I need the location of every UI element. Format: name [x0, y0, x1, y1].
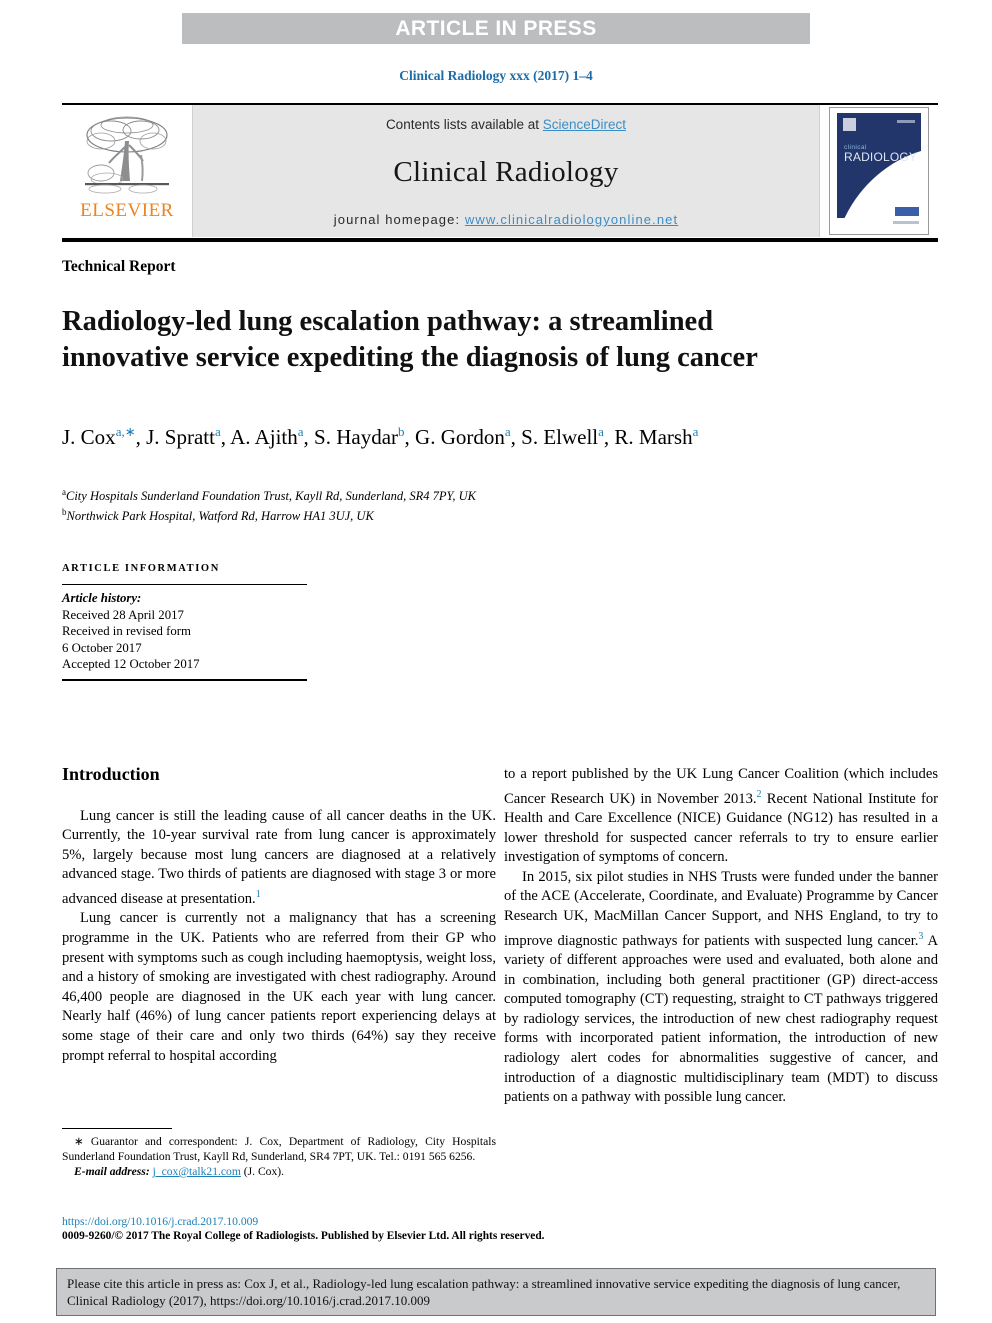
article-history: Article history: Received 28 April 2017 … — [62, 590, 307, 673]
elsevier-tree-icon — [85, 116, 169, 194]
author-separator: , — [303, 425, 315, 449]
journal-homepage-prefix: journal homepage: — [333, 212, 465, 227]
author-separator: , — [135, 425, 147, 449]
author-name: S. Elwell — [521, 425, 599, 449]
affiliation-text: Northwick Park Hospital, Watford Rd, Har… — [66, 509, 374, 524]
running-head: Clinical Radiology xxx (2017) 1–4 — [399, 68, 593, 83]
article-history-line: Received 28 April 2017 — [62, 607, 184, 622]
reference-marker[interactable]: 1 — [256, 889, 261, 900]
author-name: A. Ajith — [230, 425, 298, 449]
article-history-line: 6 October 2017 — [62, 640, 142, 655]
affiliation-list: aCity Hospitals Sunderland Foundation Tr… — [62, 484, 822, 524]
author-affiliation-mark: a,∗ — [115, 424, 136, 439]
cover-navy-field: clinical RADIOLOGY — [837, 113, 921, 218]
footnote-email-label: E-mail address: — [74, 1165, 150, 1178]
article-history-line: Received in revised form — [62, 624, 191, 638]
affiliation-text: City Hospitals Sunderland Foundation Tru… — [66, 489, 476, 504]
sciencedirect-panel: Contents lists available at ScienceDirec… — [192, 105, 820, 237]
correspondence-footnote: ∗ Guarantor and correspondent: J. Cox, D… — [62, 1128, 496, 1179]
body-column-right: to a report published by the UK Lung Can… — [504, 765, 938, 1108]
article-information-top-rule — [62, 584, 307, 585]
doi-copyright-block: https://doi.org/10.1016/j.crad.2017.10.0… — [62, 1214, 622, 1244]
paragraph-text: A variety of different approaches were u… — [504, 932, 939, 1106]
paragraph-text: Lung cancer is still the leading cause o… — [62, 807, 496, 907]
author-separator: , — [404, 425, 416, 449]
cover-title-line2: RADIOLOGY — [844, 150, 918, 164]
cover-publisher-mark-icon — [843, 118, 856, 131]
journal-homepage-link[interactable]: www.clinicalradiologyonline.net — [465, 212, 678, 227]
author-list: J. Coxa,∗, J. Spratta, A. Ajitha, S. Hay… — [62, 418, 822, 451]
author-name: J. Spratt — [146, 425, 215, 449]
journal-cover-cell: clinical RADIOLOGY — [820, 105, 938, 237]
author-name: R. Marsh — [614, 425, 693, 449]
contents-list-prefix: Contents lists available at — [385, 117, 543, 132]
author-name: G. Gordon — [415, 425, 505, 449]
elsevier-wordmark: ELSEVIER — [80, 200, 174, 221]
article-information-block: ARTICLE INFORMATION Article history: Rec… — [62, 563, 307, 681]
paragraph: Lung cancer is still the leading cause o… — [62, 807, 496, 910]
section-heading-introduction: Introduction — [62, 764, 160, 784]
article-history-label: Article history: — [62, 590, 307, 607]
email-link[interactable]: j_cox@talk21.com — [153, 1165, 241, 1178]
contents-list-line: Contents lists available at ScienceDirec… — [386, 117, 626, 132]
author-name: S. Haydar — [314, 425, 399, 449]
reference-marker[interactable]: 2 — [757, 789, 762, 800]
footnote-correspondence: ∗ Guarantor and correspondent: J. Cox, D… — [62, 1134, 496, 1164]
affiliation-item: bNorthwick Park Hospital, Watford Rd, Ha… — [62, 504, 822, 524]
footnote-email-line: E-mail address: j_cox@talk21.com (J. Cox… — [62, 1164, 496, 1179]
reference-marker[interactable]: 3 — [918, 931, 923, 942]
author-separator: , — [603, 425, 615, 449]
article-type-kicker: Technical Report — [62, 258, 176, 275]
author-separator: , — [220, 425, 231, 449]
affiliation-item: aCity Hospitals Sunderland Foundation Tr… — [62, 484, 822, 504]
cover-topright-rule — [897, 120, 915, 123]
cover-society-badge-icon — [895, 207, 919, 216]
journal-title: Clinical Radiology — [393, 155, 619, 188]
journal-homepage-line: journal homepage: www.clinicalradiologyo… — [334, 212, 678, 227]
copyright-line: 0009-9260/© 2017 The Royal College of Ra… — [62, 1230, 545, 1242]
page-title: Radiology-led lung escalation pathway: a… — [62, 306, 758, 374]
cover-caption-rule — [893, 221, 919, 224]
paragraph-text: In 2015, six pilot studies in NHS Trusts… — [504, 868, 938, 949]
footnote-star-marker: ∗ — [74, 1135, 84, 1148]
journal-cover-thumbnail: clinical RADIOLOGY — [829, 107, 929, 235]
doi-link[interactable]: https://doi.org/10.1016/j.crad.2017.10.0… — [62, 1214, 622, 1229]
citation-footer-box: Please cite this article in press as: Co… — [56, 1268, 936, 1316]
author-name: J. Cox — [62, 425, 116, 449]
paragraph: In 2015, six pilot studies in NHS Trusts… — [504, 868, 938, 1108]
paragraph: to a report published by the UK Lung Can… — [504, 765, 938, 868]
journal-masthead: ELSEVIER Contents lists available at Sci… — [62, 103, 938, 237]
footnote-correspondence-text: Guarantor and correspondent: J. Cox, Dep… — [62, 1135, 496, 1163]
body-column-left: Introduction Lung cancer is still the le… — [62, 764, 496, 1066]
masthead-bottom-rule — [62, 238, 938, 242]
article-in-press-band: ARTICLE IN PRESS — [182, 13, 810, 44]
article-in-press-label: ARTICLE IN PRESS — [395, 16, 597, 40]
paragraph: Lung cancer is currently not a malignanc… — [62, 910, 496, 1064]
elsevier-logo: ELSEVIER — [62, 105, 192, 237]
article-history-line: Accepted 12 October 2017 — [62, 657, 200, 671]
sciencedirect-link[interactable]: ScienceDirect — [543, 117, 626, 132]
article-information-heading: ARTICLE INFORMATION — [62, 563, 220, 574]
footnote-email-suffix: (J. Cox). — [243, 1165, 285, 1178]
article-history-label-text: Article history: — [62, 591, 142, 605]
footnote-rule — [62, 1128, 172, 1129]
author-separator: , — [510, 425, 522, 449]
author-affiliation-mark: a — [692, 424, 699, 439]
article-information-bottom-rule — [62, 678, 307, 681]
